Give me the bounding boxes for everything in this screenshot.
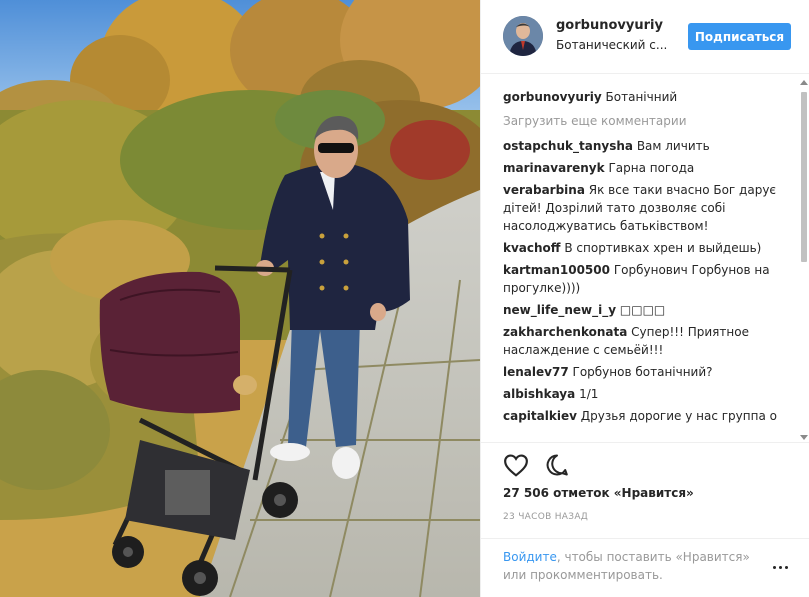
comment-username[interactable]: new_life_new_i_y — [503, 303, 616, 317]
scroll-up-arrow-icon[interactable] — [800, 80, 808, 85]
comment-item: lenalev77 Горбунов ботанічний? — [503, 363, 795, 381]
more-options-icon[interactable] — [773, 566, 789, 572]
comments-list[interactable]: gorbunovyuriy Ботанічний Загрузить еще к… — [503, 88, 795, 440]
comment-item: capitalkiev Друзья дорогие у нас группа … — [503, 407, 795, 425]
comment-item: albishkaya 1/1 — [503, 385, 795, 403]
comment-item: zakharchenkonata Супер!!! Приятное насла… — [503, 323, 795, 359]
photo-illustration — [0, 0, 480, 597]
heart-icon[interactable] — [503, 453, 529, 477]
scroll-thumb[interactable] — [801, 92, 807, 262]
comment-text: В спортивках хрен и выйдешь) — [564, 241, 762, 255]
comment-username[interactable]: lenalev77 — [503, 365, 569, 379]
comment-text: Вам личить — [636, 139, 710, 153]
comment-text: □□□□ — [619, 303, 666, 317]
follow-button[interactable]: Подписаться — [688, 23, 791, 50]
login-prompt: Войдите, чтобы поставить «Нравится» или … — [481, 538, 809, 597]
post-timestamp[interactable]: 23 ЧАСОВ НАЗАД — [503, 512, 588, 522]
caption-text: Ботанічний — [605, 90, 678, 104]
likes-count[interactable]: 27 506 отметок «Нравится» — [503, 486, 694, 500]
comment-item: marinavarenyk Гарна погода — [503, 159, 795, 177]
login-link[interactable]: Войдите — [503, 550, 557, 564]
comment-item: ostapchuk_tanysha Вам личить — [503, 137, 795, 155]
comment-item: kvachoff В спортивках хрен и выйдешь) — [503, 239, 795, 257]
login-prompt-text: Войдите, чтобы поставить «Нравится» или … — [503, 548, 773, 584]
post-photo[interactable] — [0, 0, 480, 597]
comment-text: 1/1 — [579, 387, 599, 401]
comment-icon[interactable] — [544, 453, 570, 477]
post-sidebar: gorbunovyuriy Ботанический с... Подписат… — [480, 0, 809, 597]
post-location[interactable]: Ботанический с... — [556, 38, 667, 52]
comments-scrollbar[interactable] — [798, 78, 809, 442]
comment-username[interactable]: albishkaya — [503, 387, 575, 401]
load-more-comments-button[interactable]: Загрузить еще комментарии — [503, 112, 795, 130]
comment-text: Гарна погода — [608, 161, 695, 175]
post-caption: gorbunovyuriy Ботанічний — [503, 88, 795, 106]
scroll-down-arrow-icon[interactable] — [800, 435, 808, 440]
avatar[interactable] — [503, 16, 543, 56]
post-username[interactable]: gorbunovyuriy — [556, 18, 663, 33]
comment-username[interactable]: capitalkiev — [503, 409, 577, 423]
comment-text: Друзья дорогие у нас группа о — [580, 409, 777, 423]
comment-username[interactable]: zakharchenkonata — [503, 325, 627, 339]
comment-username[interactable]: ostapchuk_tanysha — [503, 139, 633, 153]
post-header: gorbunovyuriy Ботанический с... Подписат… — [481, 0, 809, 74]
comment-username[interactable]: marinavarenyk — [503, 161, 605, 175]
comment-username[interactable]: kvachoff — [503, 241, 561, 255]
comment-item: kartman100500 Горбунович Горбунов на про… — [503, 261, 795, 297]
comment-username[interactable]: verabarbina — [503, 183, 585, 197]
comment-text: Горбунов ботанічний? — [572, 365, 713, 379]
comment-item: new_life_new_i_y □□□□ — [503, 301, 795, 319]
caption-username[interactable]: gorbunovyuriy — [503, 90, 602, 104]
comment-username[interactable]: kartman100500 — [503, 263, 610, 277]
comment-item: verabarbina Як все таки вчасно Бог дарує… — [503, 181, 795, 235]
